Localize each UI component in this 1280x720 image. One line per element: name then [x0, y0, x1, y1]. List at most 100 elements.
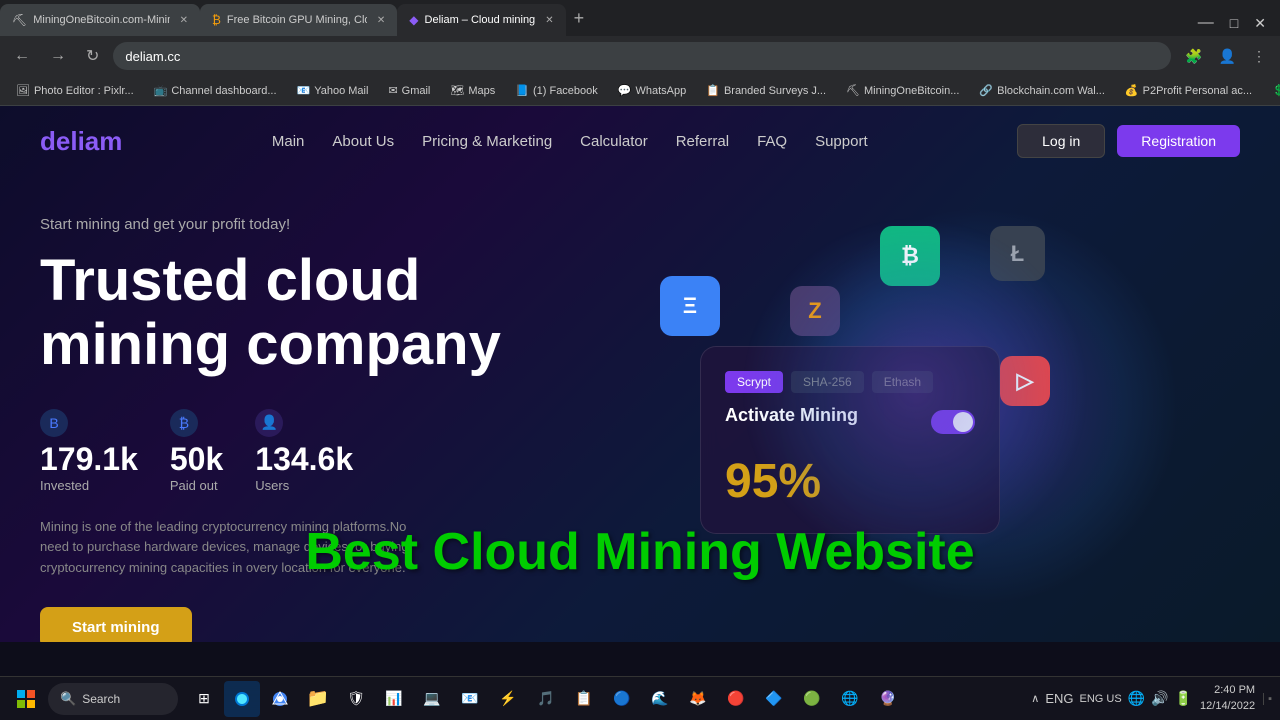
- bookmark-pixlr[interactable]: 🖼Photo Editor : Pixlr...: [8, 82, 142, 99]
- profile-button[interactable]: 👤: [1213, 44, 1242, 69]
- login-button[interactable]: Log in: [1017, 124, 1105, 158]
- tron-icon: ▷: [1000, 356, 1050, 406]
- volume-icon[interactable]: 🔊: [1151, 690, 1168, 707]
- address-bar[interactable]: [113, 42, 1171, 70]
- stat-paidout-icon: ₿: [170, 409, 198, 437]
- bookmark-gmail[interactable]: ✉Gmail: [380, 82, 438, 99]
- settings-button[interactable]: ⋮: [1246, 44, 1272, 69]
- nav-pricing[interactable]: Pricing & Marketing: [422, 133, 552, 150]
- hero-title-line1: Trusted cloud: [40, 248, 420, 313]
- start-button[interactable]: [8, 681, 44, 717]
- lang-indicator[interactable]: ENG US: [1080, 693, 1122, 705]
- bookmark-whatsapp[interactable]: 💬WhatsApp: [610, 82, 694, 99]
- bitcoin-icon: ₿: [880, 226, 940, 286]
- tray-arrow[interactable]: ∧: [1031, 692, 1039, 705]
- hero-subtitle: Start mining and get your profit today!: [40, 216, 640, 233]
- taskbar-app-15[interactable]: 🔴: [718, 681, 754, 717]
- taskbar-app-9[interactable]: ⚡: [490, 681, 526, 717]
- tab-2-close[interactable]: ✕: [377, 15, 385, 26]
- taskbar-app-19[interactable]: 🔮: [870, 681, 906, 717]
- taskbar-apps: ⊞ 📁 🛡 📊 💻 📧 ⚡ 🎵 📋 🔵 🌊 🦊 🔴 🔷 🟢 🌐 🔮: [186, 681, 906, 717]
- script-tab-ethash[interactable]: Ethash: [872, 371, 933, 393]
- hero-title: Trusted cloud mining company: [40, 249, 640, 377]
- bookmark-surveys[interactable]: 📋Branded Surveys J...: [698, 82, 834, 99]
- maximize-button[interactable]: □: [1224, 11, 1244, 35]
- taskbar-search-text: Search: [82, 692, 120, 706]
- site-logo[interactable]: deliam: [40, 126, 122, 157]
- activate-mining-toggle[interactable]: [931, 410, 975, 434]
- taskbar-app-8[interactable]: 📧: [452, 681, 488, 717]
- taskbar-app-18[interactable]: 🌐: [832, 681, 868, 717]
- tab-3-close[interactable]: ✕: [545, 15, 553, 26]
- taskbar-app-12[interactable]: 🔵: [604, 681, 640, 717]
- nav-icons: 🧩 👤 ⋮: [1179, 44, 1272, 69]
- nav-about[interactable]: About Us: [332, 133, 394, 150]
- back-button[interactable]: ←: [8, 43, 36, 69]
- nav-main[interactable]: Main: [272, 133, 305, 150]
- taskbar-app-6[interactable]: 📊: [376, 681, 412, 717]
- tab-1[interactable]: ⛏ MiningOneBitcoin.com-Mining... ✕: [0, 4, 200, 36]
- show-desktop[interactable]: ▪: [1263, 693, 1272, 705]
- new-tab-button[interactable]: +: [566, 8, 593, 29]
- zcash-icon: Z: [790, 286, 840, 336]
- forward-button[interactable]: →: [44, 43, 72, 69]
- nav-calculator[interactable]: Calculator: [580, 133, 648, 150]
- tab-3[interactable]: ◆ Deliam – Cloud mining ✕: [397, 4, 565, 36]
- taskbar-chrome[interactable]: [262, 681, 298, 717]
- logo-colored: deli: [40, 126, 85, 156]
- tab-1-close[interactable]: ✕: [180, 15, 188, 26]
- minimize-button[interactable]: —: [1192, 10, 1220, 36]
- taskbar-app-7[interactable]: 💻: [414, 681, 450, 717]
- mining-percent: 95%: [725, 454, 975, 509]
- taskbar-app-13[interactable]: 🌊: [642, 681, 678, 717]
- bookmark-blockchain[interactable]: 🔗Blockchain.com Wal...: [971, 82, 1113, 99]
- start-mining-button[interactable]: Start mining: [40, 607, 192, 642]
- logo-text: deliam: [40, 126, 122, 156]
- website-content: deliam Main About Us Pricing & Marketing…: [0, 106, 1280, 642]
- register-button[interactable]: Registration: [1117, 125, 1240, 157]
- taskbar-task-view[interactable]: ⊞: [186, 681, 222, 717]
- taskbar-app-5[interactable]: 🛡: [338, 681, 374, 717]
- nav-faq[interactable]: FAQ: [757, 133, 787, 150]
- nav-referral[interactable]: Referral: [676, 133, 729, 150]
- taskbar-app-17[interactable]: 🟢: [794, 681, 830, 717]
- taskbar-app-16[interactable]: 🔷: [756, 681, 792, 717]
- battery-icon: 🔋: [1175, 690, 1192, 707]
- stat-users: 👤 134.6k Users: [255, 409, 353, 493]
- tab-2-favicon: ₿: [212, 13, 221, 27]
- taskbar-search-icon: 🔍: [60, 691, 76, 707]
- refresh-button[interactable]: ↻: [80, 42, 105, 70]
- bookmark-yahoo[interactable]: 📧Yahoo Mail: [289, 82, 377, 99]
- clock-time: 2:40 PM: [1200, 683, 1255, 698]
- site-navigation: deliam Main About Us Pricing & Marketing…: [0, 106, 1280, 176]
- stat-invested: B 179.1k Invested: [40, 409, 138, 493]
- bookmark-p2profit[interactable]: 💰P2Profit Personal ac...: [1117, 82, 1260, 99]
- close-button[interactable]: ✕: [1248, 11, 1272, 36]
- bookmark-facebook[interactable]: 📘(1) Facebook: [507, 82, 606, 99]
- bookmark-channel[interactable]: 📺Channel dashboard...: [146, 82, 285, 99]
- mining-toggle-row: Activate Mining: [725, 405, 975, 438]
- nav-support[interactable]: Support: [815, 133, 868, 150]
- tab-3-title: Deliam – Cloud mining: [425, 14, 536, 26]
- system-tray: ∧ ENG ENG US 🌐 🔊 🔋: [1031, 690, 1192, 707]
- bookmark-mining[interactable]: ⛏MiningOneBitcoin...: [838, 82, 967, 99]
- taskbar-clock[interactable]: 2:40 PM 12/14/2022: [1200, 683, 1255, 714]
- stat-paidout-value: 50k: [170, 441, 223, 478]
- script-tab-sha256[interactable]: SHA-256: [791, 371, 864, 393]
- taskbar-search-box[interactable]: 🔍 Search: [48, 683, 178, 715]
- taskbar-edge[interactable]: [224, 681, 260, 717]
- taskbar-app-14[interactable]: 🦊: [680, 681, 716, 717]
- bookmark-adsense[interactable]: 💲Google AdSense: [1264, 82, 1280, 99]
- bookmark-maps[interactable]: 🗺Maps: [442, 82, 503, 99]
- taskbar-app-10[interactable]: 🎵: [528, 681, 564, 717]
- extensions-button[interactable]: 🧩: [1179, 44, 1208, 69]
- tab-2[interactable]: ₿ Free Bitcoin GPU Mining, Cloud... ✕: [200, 4, 397, 36]
- script-tab-scrypt[interactable]: Scrypt: [725, 371, 783, 393]
- tab-1-title: MiningOneBitcoin.com-Mining...: [33, 14, 169, 26]
- script-tabs: Scrypt SHA-256 Ethash: [725, 371, 975, 393]
- taskbar-app-11[interactable]: 📋: [566, 681, 602, 717]
- tray-icon-1: ENG: [1045, 691, 1073, 706]
- taskbar-explorer[interactable]: 📁: [300, 681, 336, 717]
- nav-actions: Log in Registration: [1017, 124, 1240, 158]
- stat-invested-value: 179.1k: [40, 441, 138, 478]
